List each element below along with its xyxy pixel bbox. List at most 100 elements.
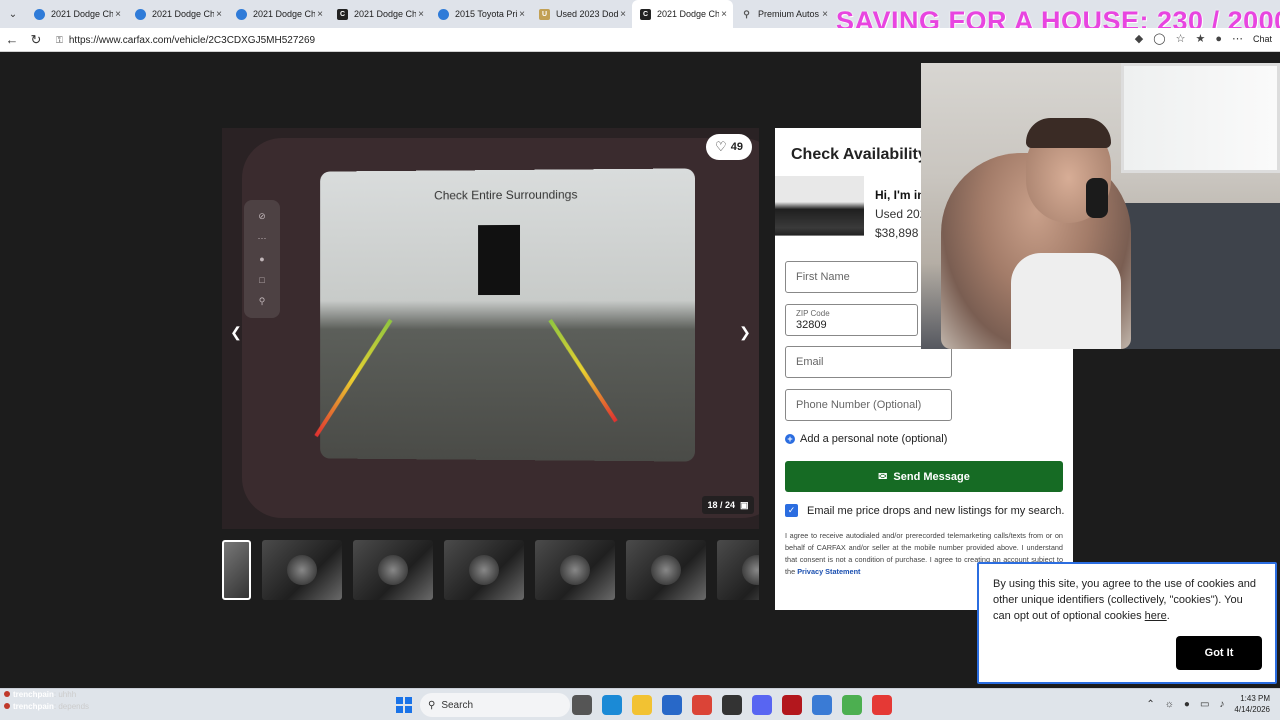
cookie-text: By using this site, you agree to the use…: [993, 578, 1256, 622]
extension-icon[interactable]: ◆: [1135, 32, 1143, 45]
listing-car-thumbnail: [775, 176, 864, 250]
file-explorer-icon[interactable]: [632, 695, 652, 715]
mic-icon[interactable]: ●: [1184, 699, 1190, 710]
browser-tab[interactable]: C 2021 Dodge Charger×: [329, 0, 430, 28]
camera-guide-line-left: [314, 318, 393, 438]
close-tab-icon[interactable]: ×: [113, 9, 123, 20]
dots-icon: ⋯: [257, 232, 267, 243]
browser-tab[interactable]: ⚲ Premium Autos ×: [733, 0, 834, 28]
windows-taskbar: ⚲ Search ⌃ ☼ ● ▭ ♪ 1:43 PM 4/14/2026: [0, 688, 1280, 720]
edge-icon[interactable]: [602, 695, 622, 715]
browser-tab[interactable]: 2021 Dodge Charger×: [228, 0, 329, 28]
email-opt-in-checkbox[interactable]: ✓: [785, 504, 798, 517]
listing-summary: Hi, I'm in Used 202 $38,898: [875, 186, 926, 243]
chrome-alt-icon[interactable]: [872, 695, 892, 715]
browser-tab[interactable]: C 2021 Dodge Charger×: [632, 0, 733, 28]
clock[interactable]: 1:43 PM 4/14/2026: [1234, 693, 1270, 715]
backup-camera-photo: Check Entire Surroundings: [314, 168, 695, 462]
thumbnail-detail: [378, 555, 408, 585]
profile-avatar[interactable]: ●: [1215, 33, 1222, 45]
address-bar-row: ← ↻ ⚿ https://www.carfax.com/vehicle/2C3…: [0, 28, 1280, 52]
close-tab-icon[interactable]: ×: [416, 9, 426, 20]
privacy-statement-link[interactable]: Privacy Statement: [797, 567, 860, 576]
chrome-profile-icon[interactable]: [842, 695, 862, 715]
photo-thumbnail[interactable]: [626, 540, 706, 600]
display-icon[interactable]: ▭: [1200, 699, 1209, 710]
photo-counter[interactable]: 18 / 24 ▣: [702, 496, 754, 514]
adobe-icon[interactable]: [782, 695, 802, 715]
tab-title: 2021 Dodge Charger: [253, 9, 315, 19]
cookie-banner: By using this site, you agree to the use…: [977, 562, 1277, 684]
chrome-icon[interactable]: [692, 695, 712, 715]
zip-code-field[interactable]: ZIP Code 32809: [785, 304, 918, 336]
back-button[interactable]: ←: [0, 28, 24, 52]
photo-thumbnail[interactable]: [353, 540, 433, 600]
chat-user: trenchpain: [13, 702, 54, 711]
tab-title: 2021 Dodge Charger: [657, 9, 719, 19]
dealer-icon: U: [539, 8, 550, 20]
close-tab-icon[interactable]: ×: [719, 9, 729, 20]
likes-count: 49: [730, 141, 743, 153]
photo-thumbnail[interactable]: [717, 540, 759, 600]
url-field[interactable]: ⚿ https://www.carfax.com/vehicle/2C3CDXG…: [56, 32, 315, 48]
camera-caption: Check Entire Surroundings: [434, 187, 578, 203]
app-icon[interactable]: [812, 695, 832, 715]
tray-chevron-icon[interactable]: ⌃: [1146, 699, 1154, 710]
photo-thumbnail[interactable]: [535, 540, 615, 600]
camera-guide-line-right: [548, 318, 618, 423]
discord-icon[interactable]: [752, 695, 772, 715]
obs-icon[interactable]: [722, 695, 742, 715]
phone-field[interactable]: Phone Number (Optional): [785, 389, 952, 421]
tab-strip: 2021 Dodge Charger×2021 Dodge Charger×20…: [26, 0, 834, 28]
close-tab-icon[interactable]: ×: [618, 9, 628, 20]
thumbnail-detail: [651, 555, 681, 585]
next-photo-arrow-icon[interactable]: ❯: [735, 322, 755, 342]
copy-icon: □: [259, 275, 265, 286]
email-placeholder: Email: [796, 356, 824, 368]
close-tab-icon[interactable]: ×: [315, 9, 325, 20]
url-text: https://www.carfax.com/vehicle/2C3CDXGJ5…: [68, 34, 316, 46]
first-name-field[interactable]: First Name: [785, 261, 918, 293]
task-view-icon[interactable]: [572, 695, 592, 715]
stream-chat-overlay: trenchpain: uhhh trenchpain: depends: [4, 689, 89, 713]
thumbnail-detail: [469, 555, 499, 585]
zip-value: 32809: [796, 319, 827, 331]
favorite-star-icon[interactable]: ☆: [1176, 32, 1186, 45]
send-message-button[interactable]: ✉ Send Message: [785, 461, 1063, 492]
cookie-got-it-button[interactable]: Got It: [1176, 636, 1262, 670]
site-info-icon[interactable]: ⚿: [56, 35, 63, 46]
copilot-chat-button[interactable]: Chat: [1253, 34, 1272, 44]
web-icon: [34, 8, 45, 20]
photo-thumbnail[interactable]: [444, 540, 524, 600]
browser-tab[interactable]: 2015 Toyota Prius×: [430, 0, 531, 28]
volume-icon[interactable]: ♪: [1219, 699, 1224, 710]
streamer-webcam-overlay: [921, 63, 1280, 349]
taskbar-search[interactable]: ⚲ Search: [420, 693, 570, 717]
browser-tab[interactable]: 2021 Dodge Charger×: [127, 0, 228, 28]
tab-list-chevron-icon[interactable]: ⌄: [0, 0, 26, 28]
taskbar-search-placeholder: Search: [441, 699, 474, 711]
browser-tab[interactable]: 2021 Dodge Charger×: [26, 0, 127, 28]
browser-tab[interactable]: U Used 2023 Dodge×: [531, 0, 632, 28]
zip-label: ZIP Code: [796, 309, 830, 318]
email-field[interactable]: Email: [785, 346, 952, 378]
reader-icon[interactable]: ◯: [1153, 32, 1165, 45]
webcam-sofa: [1106, 203, 1280, 349]
cookie-opt-out-link[interactable]: here: [1145, 610, 1167, 622]
add-note-link[interactable]: + Add a personal note (optional): [785, 433, 947, 445]
favorite-button[interactable]: ♡ 49: [706, 134, 752, 160]
store-icon[interactable]: [662, 695, 682, 715]
close-tab-icon[interactable]: ×: [517, 9, 527, 20]
prev-photo-arrow-icon[interactable]: ❮: [226, 322, 246, 342]
photo-thumbnail[interactable]: [262, 540, 342, 600]
more-menu-icon[interactable]: ⋯: [1232, 32, 1243, 45]
close-tab-icon[interactable]: ×: [820, 9, 830, 20]
photo-thumbnail[interactable]: [222, 540, 251, 600]
tab-title: 2021 Dodge Charger: [354, 9, 416, 19]
close-tab-icon[interactable]: ×: [214, 9, 224, 20]
network-icon[interactable]: ☼: [1165, 699, 1174, 710]
windows-start-icon[interactable]: [396, 697, 412, 713]
thumbnail-detail: [560, 555, 590, 585]
reload-button[interactable]: ↻: [24, 28, 48, 52]
favorites-icon[interactable]: ★: [1195, 32, 1205, 45]
